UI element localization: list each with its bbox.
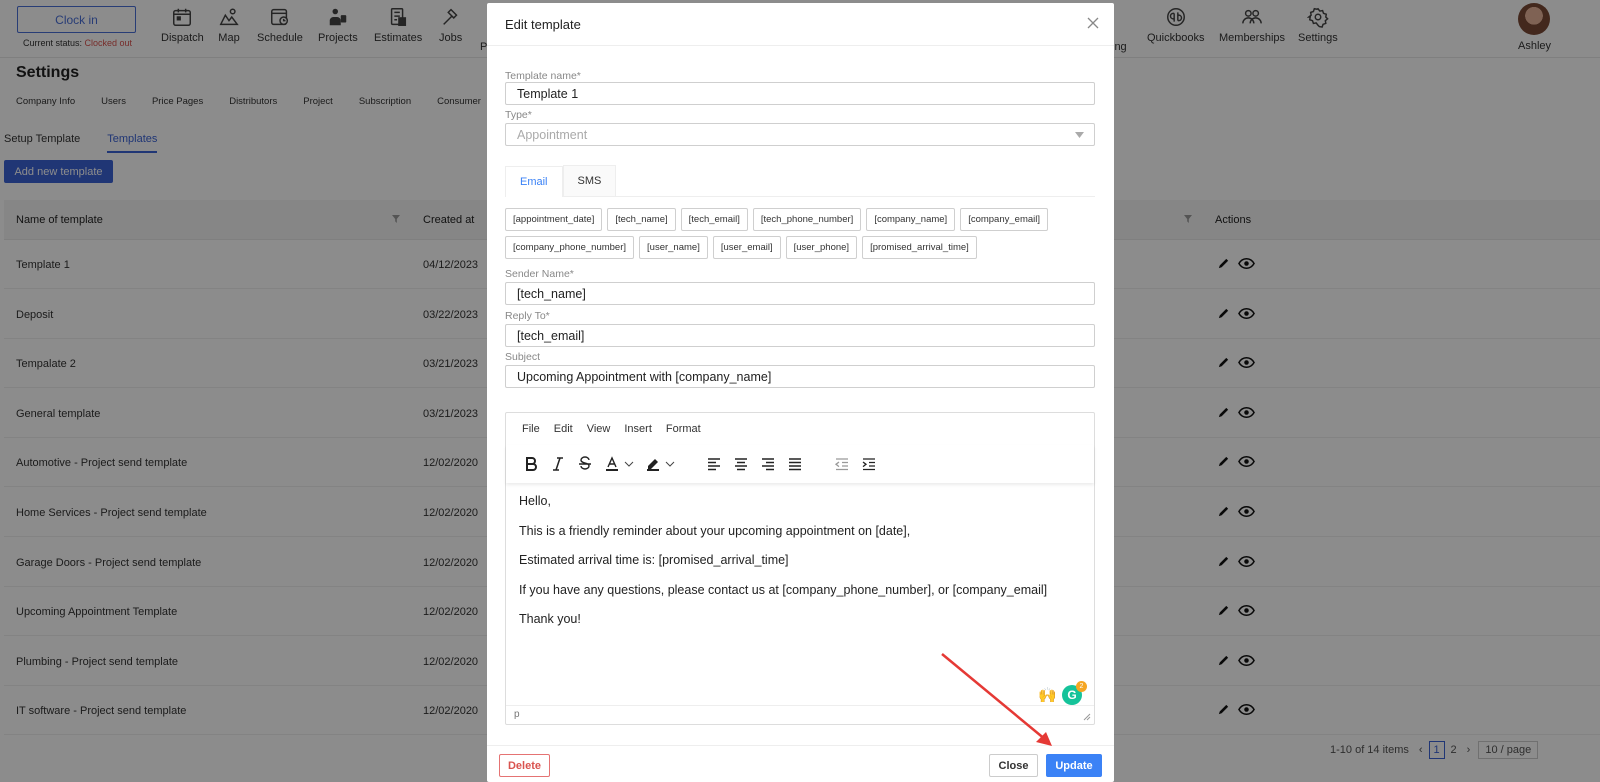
type-label: Type* [505, 109, 532, 121]
text-color-button[interactable] [601, 453, 637, 475]
modal-header: Edit template [487, 3, 1114, 46]
align-justify-button[interactable] [784, 453, 806, 475]
align-center-icon [735, 458, 747, 471]
highlighter-icon [647, 459, 659, 471]
channel-tabs: Email SMS [505, 165, 1095, 197]
grammarly-count-badge: 2 [1076, 681, 1087, 692]
tab-sms[interactable]: SMS [562, 165, 617, 196]
italic-icon [553, 457, 563, 471]
reply-to-label: Reply To* [505, 310, 550, 322]
indent-button[interactable] [858, 453, 880, 475]
variable-chip[interactable]: [tech_phone_number] [752, 208, 862, 231]
modal-title: Edit template [505, 17, 581, 32]
variable-chip[interactable]: [company_phone_number] [505, 236, 635, 259]
highlight-color-button[interactable] [642, 453, 678, 475]
variable-chip[interactable]: [tech_email] [680, 208, 748, 231]
delete-button[interactable]: Delete [499, 754, 550, 777]
bold-button[interactable] [520, 453, 542, 475]
outdent-button[interactable] [831, 453, 853, 475]
variable-chip[interactable]: [appointment_date] [505, 208, 603, 231]
body-line: Estimated arrival time is: [promised_arr… [519, 553, 789, 567]
resize-handle-icon[interactable] [1083, 713, 1091, 721]
template-name-field[interactable]: Template 1 [505, 82, 1095, 105]
align-justify-icon [789, 458, 801, 471]
variable-chip[interactable]: [user_name] [639, 236, 708, 259]
tab-email[interactable]: Email [505, 166, 563, 197]
text-color-icon [606, 456, 618, 471]
editor-menubar: File Edit View Insert Format [506, 413, 1094, 445]
update-button[interactable]: Update [1046, 754, 1102, 777]
align-right-icon [762, 458, 774, 471]
sender-name-field[interactable]: [tech_name] [505, 282, 1095, 305]
align-right-button[interactable] [757, 453, 779, 475]
indent-icon [862, 458, 875, 471]
menu-format[interactable]: Format [666, 423, 701, 435]
subject-label: Subject [505, 351, 541, 363]
variable-chip[interactable]: [tech_name] [607, 208, 676, 231]
variable-chip[interactable]: [company_email] [960, 208, 1048, 231]
italic-button[interactable] [547, 453, 569, 475]
body-line: Thank you! [519, 612, 581, 626]
strikethrough-icon [579, 456, 591, 470]
editor-toolbar [506, 445, 1094, 483]
menu-insert[interactable]: Insert [624, 423, 652, 435]
close-icon[interactable] [1086, 16, 1100, 30]
sender-name-label: Sender Name* [505, 268, 574, 280]
variable-chips: [appointment_date] [tech_name] [tech_ema… [505, 208, 1095, 259]
close-button[interactable]: Close [989, 754, 1038, 777]
variable-chip[interactable]: [promised_arrival_time] [862, 236, 977, 259]
chevron-down-icon [665, 461, 675, 467]
type-select[interactable]: Appointment [505, 123, 1095, 146]
align-left-icon [708, 458, 720, 471]
body-line: If you have any questions, please contac… [519, 582, 1048, 597]
strikethrough-button[interactable] [574, 453, 596, 475]
chevron-down-icon [1075, 132, 1084, 138]
body-line: Hello, [519, 494, 551, 508]
variable-chip[interactable]: [user_phone] [785, 236, 858, 259]
variable-chip[interactable]: [company_name] [866, 208, 956, 231]
reply-to-field[interactable]: [tech_email] [505, 324, 1095, 347]
element-path: p [514, 709, 520, 720]
subject-field[interactable]: Upcoming Appointment with [company_name] [505, 365, 1095, 388]
menu-view[interactable]: View [587, 423, 611, 435]
menu-edit[interactable]: Edit [554, 423, 573, 435]
editor-content[interactable]: Hello, This is a friendly reminder about… [519, 495, 1079, 643]
outdent-icon [834, 458, 848, 471]
align-center-button[interactable] [730, 453, 752, 475]
chevron-down-icon [624, 461, 634, 467]
bold-icon [526, 457, 537, 471]
align-left-button[interactable] [703, 453, 725, 475]
annotation-arrow-icon [941, 653, 1052, 746]
template-name-label: Template name* [505, 70, 581, 82]
menu-file[interactable]: File [522, 423, 540, 435]
variable-chip[interactable]: [user_email] [712, 236, 781, 259]
body-line: This is a friendly reminder about your u… [519, 523, 911, 538]
